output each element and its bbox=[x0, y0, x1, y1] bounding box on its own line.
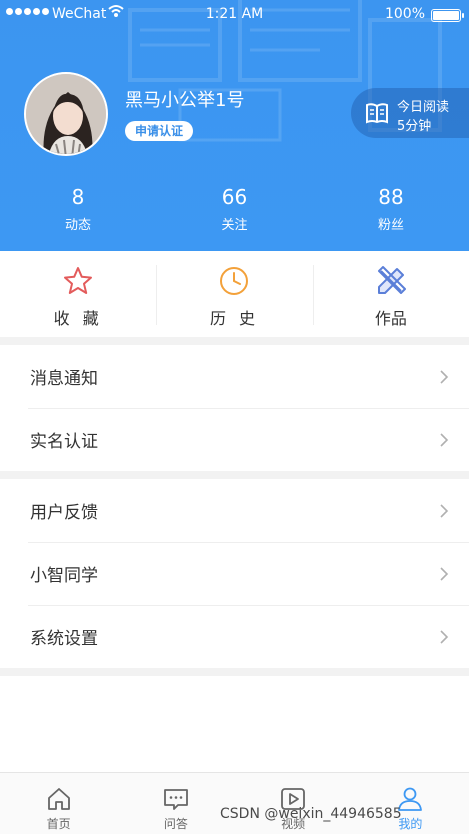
section-divider bbox=[0, 668, 469, 676]
menu-item-label: 小智同学 bbox=[30, 566, 98, 586]
stat-label: 粉丝 bbox=[377, 218, 404, 233]
reading-title: 今日阅读 bbox=[397, 100, 450, 115]
stat-value: 8 bbox=[71, 185, 85, 209]
shortcut-label: 历 史 bbox=[209, 309, 260, 328]
stats-row: 8 动态 66 关注 88 粉丝 bbox=[0, 184, 469, 240]
today-reading-badge[interactable]: 今日阅读 5分钟 bbox=[351, 88, 469, 138]
section-divider bbox=[0, 337, 469, 345]
star-icon bbox=[64, 267, 93, 294]
stat-posts[interactable]: 8 动态 bbox=[0, 184, 156, 240]
chat-icon bbox=[163, 789, 188, 810]
stat-followers[interactable]: 88 粉丝 bbox=[313, 184, 469, 240]
tab-label: 首页 bbox=[46, 817, 71, 831]
stat-value: 66 bbox=[221, 185, 248, 209]
chevron-right-icon bbox=[440, 370, 449, 384]
apply-verification-button[interactable]: 申请认证 bbox=[125, 121, 194, 141]
menu-item-label: 系统设置 bbox=[30, 629, 98, 649]
tab-label: 问答 bbox=[163, 817, 188, 831]
menu-item-label: 用户反馈 bbox=[30, 503, 98, 523]
username: 黑马小公举1号 bbox=[125, 90, 245, 111]
clock-icon bbox=[220, 267, 249, 295]
avatar-portrait-icon bbox=[26, 74, 106, 154]
stat-following[interactable]: 66 关注 bbox=[156, 184, 313, 240]
battery-icon bbox=[431, 9, 464, 22]
chevron-right-icon bbox=[440, 567, 449, 581]
menu-item-real-name-verification[interactable]: 实名认证 bbox=[0, 408, 469, 471]
menu-item-notifications[interactable]: 消息通知 bbox=[0, 345, 469, 408]
chevron-right-icon bbox=[440, 504, 449, 518]
menu-group-general: 用户反馈 小智同学 系统设置 bbox=[0, 479, 469, 668]
profile-header: WeChat 1:21 AM 100% 黑马小公举1号 申请认证 今日阅读 5分… bbox=[0, 0, 469, 251]
shortcut-favorites[interactable]: 收 藏 bbox=[0, 251, 156, 337]
section-divider bbox=[0, 471, 469, 479]
menu-item-label: 实名认证 bbox=[30, 432, 98, 452]
avatar[interactable] bbox=[24, 72, 108, 156]
shortcut-history[interactable]: 历 史 bbox=[156, 251, 312, 337]
tab-qa[interactable]: 问答 bbox=[117, 773, 234, 834]
book-icon bbox=[366, 103, 388, 124]
shortcut-row: 收 藏 历 史 作品 bbox=[0, 251, 469, 337]
home-icon bbox=[47, 788, 70, 810]
tab-video[interactable]: 视频 bbox=[235, 773, 352, 834]
stat-value: 88 bbox=[378, 185, 404, 209]
menu-group-account: 消息通知 实名认证 bbox=[0, 345, 469, 471]
shortcut-label: 收 藏 bbox=[53, 309, 103, 328]
menu-item-settings[interactable]: 系统设置 bbox=[0, 605, 469, 668]
menu-item-assistant[interactable]: 小智同学 bbox=[0, 542, 469, 605]
stat-label: 关注 bbox=[221, 218, 248, 233]
menu-item-feedback[interactable]: 用户反馈 bbox=[0, 479, 469, 542]
stat-label: 动态 bbox=[64, 218, 91, 233]
shortcut-label: 作品 bbox=[374, 309, 407, 328]
chevron-right-icon bbox=[440, 433, 449, 447]
pencil-ruler-icon bbox=[377, 266, 406, 294]
watermark-text: CSDN @weixin_44946585 bbox=[220, 806, 402, 822]
menu-item-label: 消息通知 bbox=[30, 369, 98, 389]
status-bar: WeChat 1:21 AM 100% bbox=[0, 0, 469, 30]
reading-duration: 5分钟 bbox=[397, 119, 432, 134]
chevron-right-icon bbox=[440, 630, 449, 644]
tab-me[interactable]: 我的 bbox=[352, 773, 469, 834]
shortcut-works[interactable]: 作品 bbox=[312, 251, 469, 337]
bottom-tab-bar: 首页 问答 视频 我的 bbox=[0, 772, 469, 834]
tab-home[interactable]: 首页 bbox=[0, 773, 117, 834]
battery-percent: 100% bbox=[384, 6, 425, 22]
